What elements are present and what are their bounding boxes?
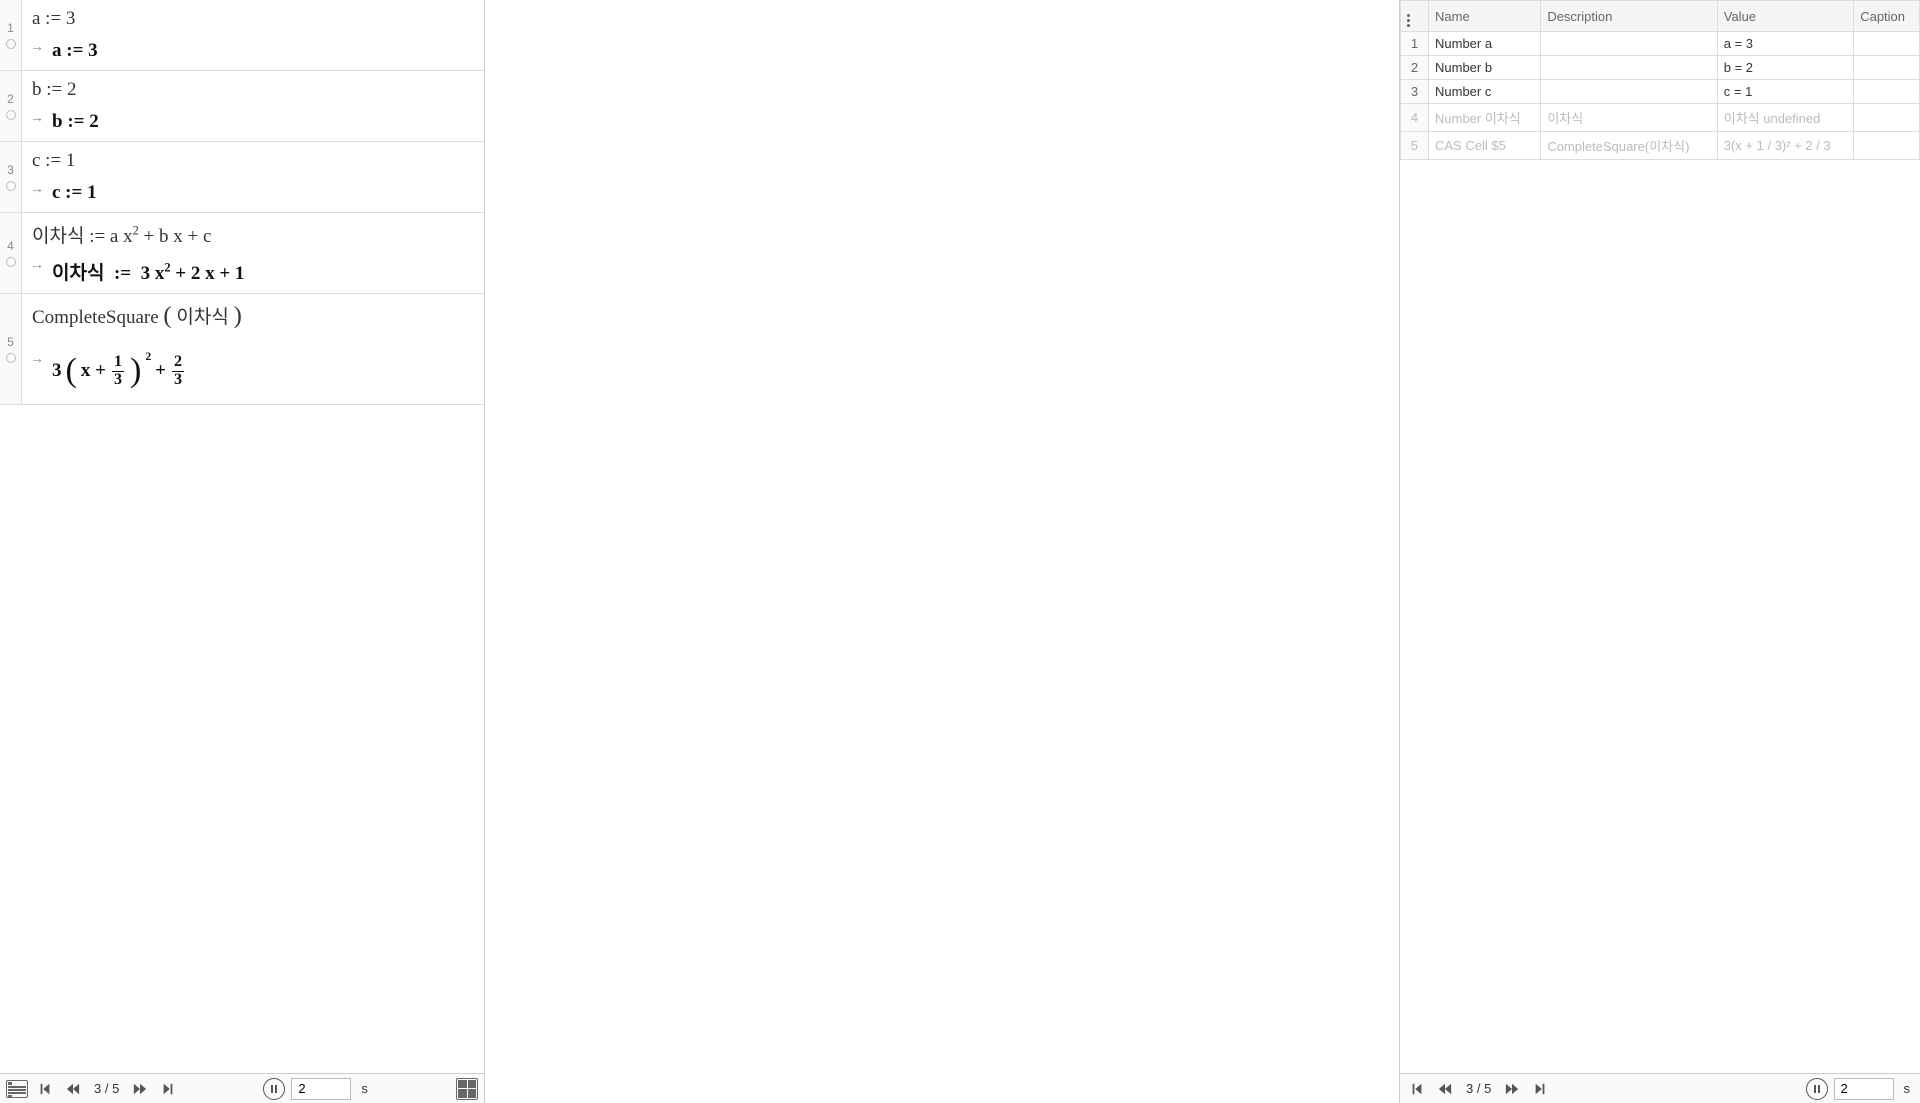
row-number: 4 <box>1401 104 1429 132</box>
cell-name[interactable]: Number 이차식 <box>1429 104 1541 132</box>
col-value[interactable]: Value <box>1717 1 1853 32</box>
cas-input[interactable]: 이차식 := a x2 + b x + c <box>22 213 484 254</box>
col-name[interactable]: Name <box>1429 1 1541 32</box>
pause-button[interactable] <box>1806 1078 1828 1100</box>
cas-rows: 1 a := 3 a := 3 2 b := 2 b := 2 3 <box>0 0 484 1073</box>
table-row[interactable]: 5CAS Cell $5CompleteSquare(이차식)3(x + 1 /… <box>1401 132 1920 160</box>
row-number-gutter: 2 <box>0 71 22 141</box>
cas-row[interactable]: 5 CompleteSquare ( 이차식 ) 3 ( x + 13 )2 +… <box>0 294 484 405</box>
row-number-gutter: 1 <box>0 0 22 70</box>
row-content: CompleteSquare ( 이차식 ) 3 ( x + 13 )2 + 2… <box>22 294 484 404</box>
cas-input[interactable]: CompleteSquare ( 이차식 ) <box>22 294 484 342</box>
row-number: 2 <box>7 92 14 106</box>
table-row[interactable]: 4Number 이차식이차식이차식 undefined <box>1401 104 1920 132</box>
cell-description[interactable] <box>1541 32 1717 56</box>
visibility-toggle-icon[interactable] <box>6 257 16 267</box>
table-row[interactable]: 1Number a a = 3 <box>1401 32 1920 56</box>
construction-protocol-panel: Name Description Value Caption 1Number a… <box>1400 0 1920 1103</box>
cell-name[interactable]: Number c <box>1429 80 1541 104</box>
row-content: b := 2 b := 2 <box>22 71 484 141</box>
visibility-toggle-icon[interactable] <box>6 110 16 120</box>
col-caption[interactable]: Caption <box>1854 1 1920 32</box>
cas-output: c := 1 <box>22 178 484 212</box>
cas-output: 이차식 := 3 x2 + 2 x + 1 <box>22 254 484 293</box>
prev-step-button[interactable] <box>62 1078 84 1100</box>
cas-row[interactable]: 1 a := 3 a := 3 <box>0 0 484 71</box>
visibility-toggle-icon[interactable] <box>6 353 16 363</box>
step-indicator: 3 / 5 <box>1462 1081 1495 1096</box>
table-row[interactable]: 3Number c c = 1 <box>1401 80 1920 104</box>
row-number: 1 <box>1401 32 1429 56</box>
cell-description[interactable]: CompleteSquare(이차식) <box>1541 132 1717 160</box>
cas-input[interactable]: c := 1 <box>22 142 484 178</box>
cell-caption[interactable] <box>1854 104 1920 132</box>
time-unit: s <box>357 1081 372 1096</box>
first-step-button[interactable] <box>34 1078 56 1100</box>
last-step-button[interactable] <box>1529 1078 1551 1100</box>
cell-description[interactable] <box>1541 56 1717 80</box>
cas-output: b := 2 <box>22 107 484 141</box>
cas-input[interactable]: a := 3 <box>22 0 484 36</box>
cas-row[interactable]: 4 이차식 := a x2 + b x + c 이차식 := 3 x2 + 2 … <box>0 213 484 294</box>
cell-caption[interactable] <box>1854 56 1920 80</box>
time-input[interactable] <box>1834 1078 1894 1100</box>
cell-value[interactable]: b = 2 <box>1717 56 1853 80</box>
cell-name[interactable]: CAS Cell $5 <box>1429 132 1541 160</box>
next-step-button[interactable] <box>129 1078 151 1100</box>
next-step-button[interactable] <box>1501 1078 1523 1100</box>
row-content: 이차식 := a x2 + b x + c 이차식 := 3 x2 + 2 x … <box>22 213 484 293</box>
kebab-icon <box>1407 14 1410 27</box>
left-bottom-bar: 3 / 5 s <box>0 1073 484 1103</box>
visibility-toggle-icon[interactable] <box>6 181 16 191</box>
keyboard-icon[interactable] <box>6 1078 28 1100</box>
row-number: 1 <box>7 21 14 35</box>
graphics-view[interactable] <box>485 0 1400 1103</box>
cas-output: 3 ( x + 13 )2 + 23 <box>22 342 484 404</box>
objects-table: Name Description Value Caption 1Number a… <box>1400 0 1920 160</box>
cell-description[interactable]: 이차식 <box>1541 104 1717 132</box>
visibility-toggle-icon[interactable] <box>6 39 16 49</box>
cell-caption[interactable] <box>1854 32 1920 56</box>
step-indicator: 3 / 5 <box>90 1081 123 1096</box>
cas-input[interactable]: b := 2 <box>22 71 484 107</box>
row-number: 3 <box>1401 80 1429 104</box>
cell-name[interactable]: Number b <box>1429 56 1541 80</box>
last-step-button[interactable] <box>157 1078 179 1100</box>
table-container: Name Description Value Caption 1Number a… <box>1400 0 1920 1073</box>
table-row[interactable]: 2Number b b = 2 <box>1401 56 1920 80</box>
cell-value[interactable]: 3(x + 1 / 3)² + 2 / 3 <box>1717 132 1853 160</box>
row-number: 3 <box>7 163 14 177</box>
cell-description[interactable] <box>1541 80 1717 104</box>
cas-output: a := 3 <box>22 36 484 70</box>
cell-name[interactable]: Number a <box>1429 32 1541 56</box>
prev-step-button[interactable] <box>1434 1078 1456 1100</box>
table-menu-header[interactable] <box>1401 1 1429 32</box>
row-number-gutter: 5 <box>0 294 22 404</box>
cell-value[interactable]: c = 1 <box>1717 80 1853 104</box>
pause-button[interactable] <box>263 1078 285 1100</box>
row-number: 5 <box>1401 132 1429 160</box>
cas-row[interactable]: 2 b := 2 b := 2 <box>0 71 484 142</box>
row-number: 2 <box>1401 56 1429 80</box>
row-number: 4 <box>7 239 14 253</box>
cas-panel: 1 a := 3 a := 3 2 b := 2 b := 2 3 <box>0 0 485 1103</box>
right-bottom-bar: 3 / 5 s <box>1400 1073 1920 1103</box>
calculator-icon[interactable] <box>456 1078 478 1100</box>
first-step-button[interactable] <box>1406 1078 1428 1100</box>
row-content: c := 1 c := 1 <box>22 142 484 212</box>
cell-value[interactable]: 이차식 undefined <box>1717 104 1853 132</box>
cell-caption[interactable] <box>1854 132 1920 160</box>
cell-value[interactable]: a = 3 <box>1717 32 1853 56</box>
col-description[interactable]: Description <box>1541 1 1717 32</box>
time-unit: s <box>1900 1081 1915 1096</box>
cell-caption[interactable] <box>1854 80 1920 104</box>
row-content: a := 3 a := 3 <box>22 0 484 70</box>
row-number-gutter: 4 <box>0 213 22 293</box>
row-number-gutter: 3 <box>0 142 22 212</box>
cas-row[interactable]: 3 c := 1 c := 1 <box>0 142 484 213</box>
row-number: 5 <box>7 335 14 349</box>
time-input[interactable] <box>291 1078 351 1100</box>
